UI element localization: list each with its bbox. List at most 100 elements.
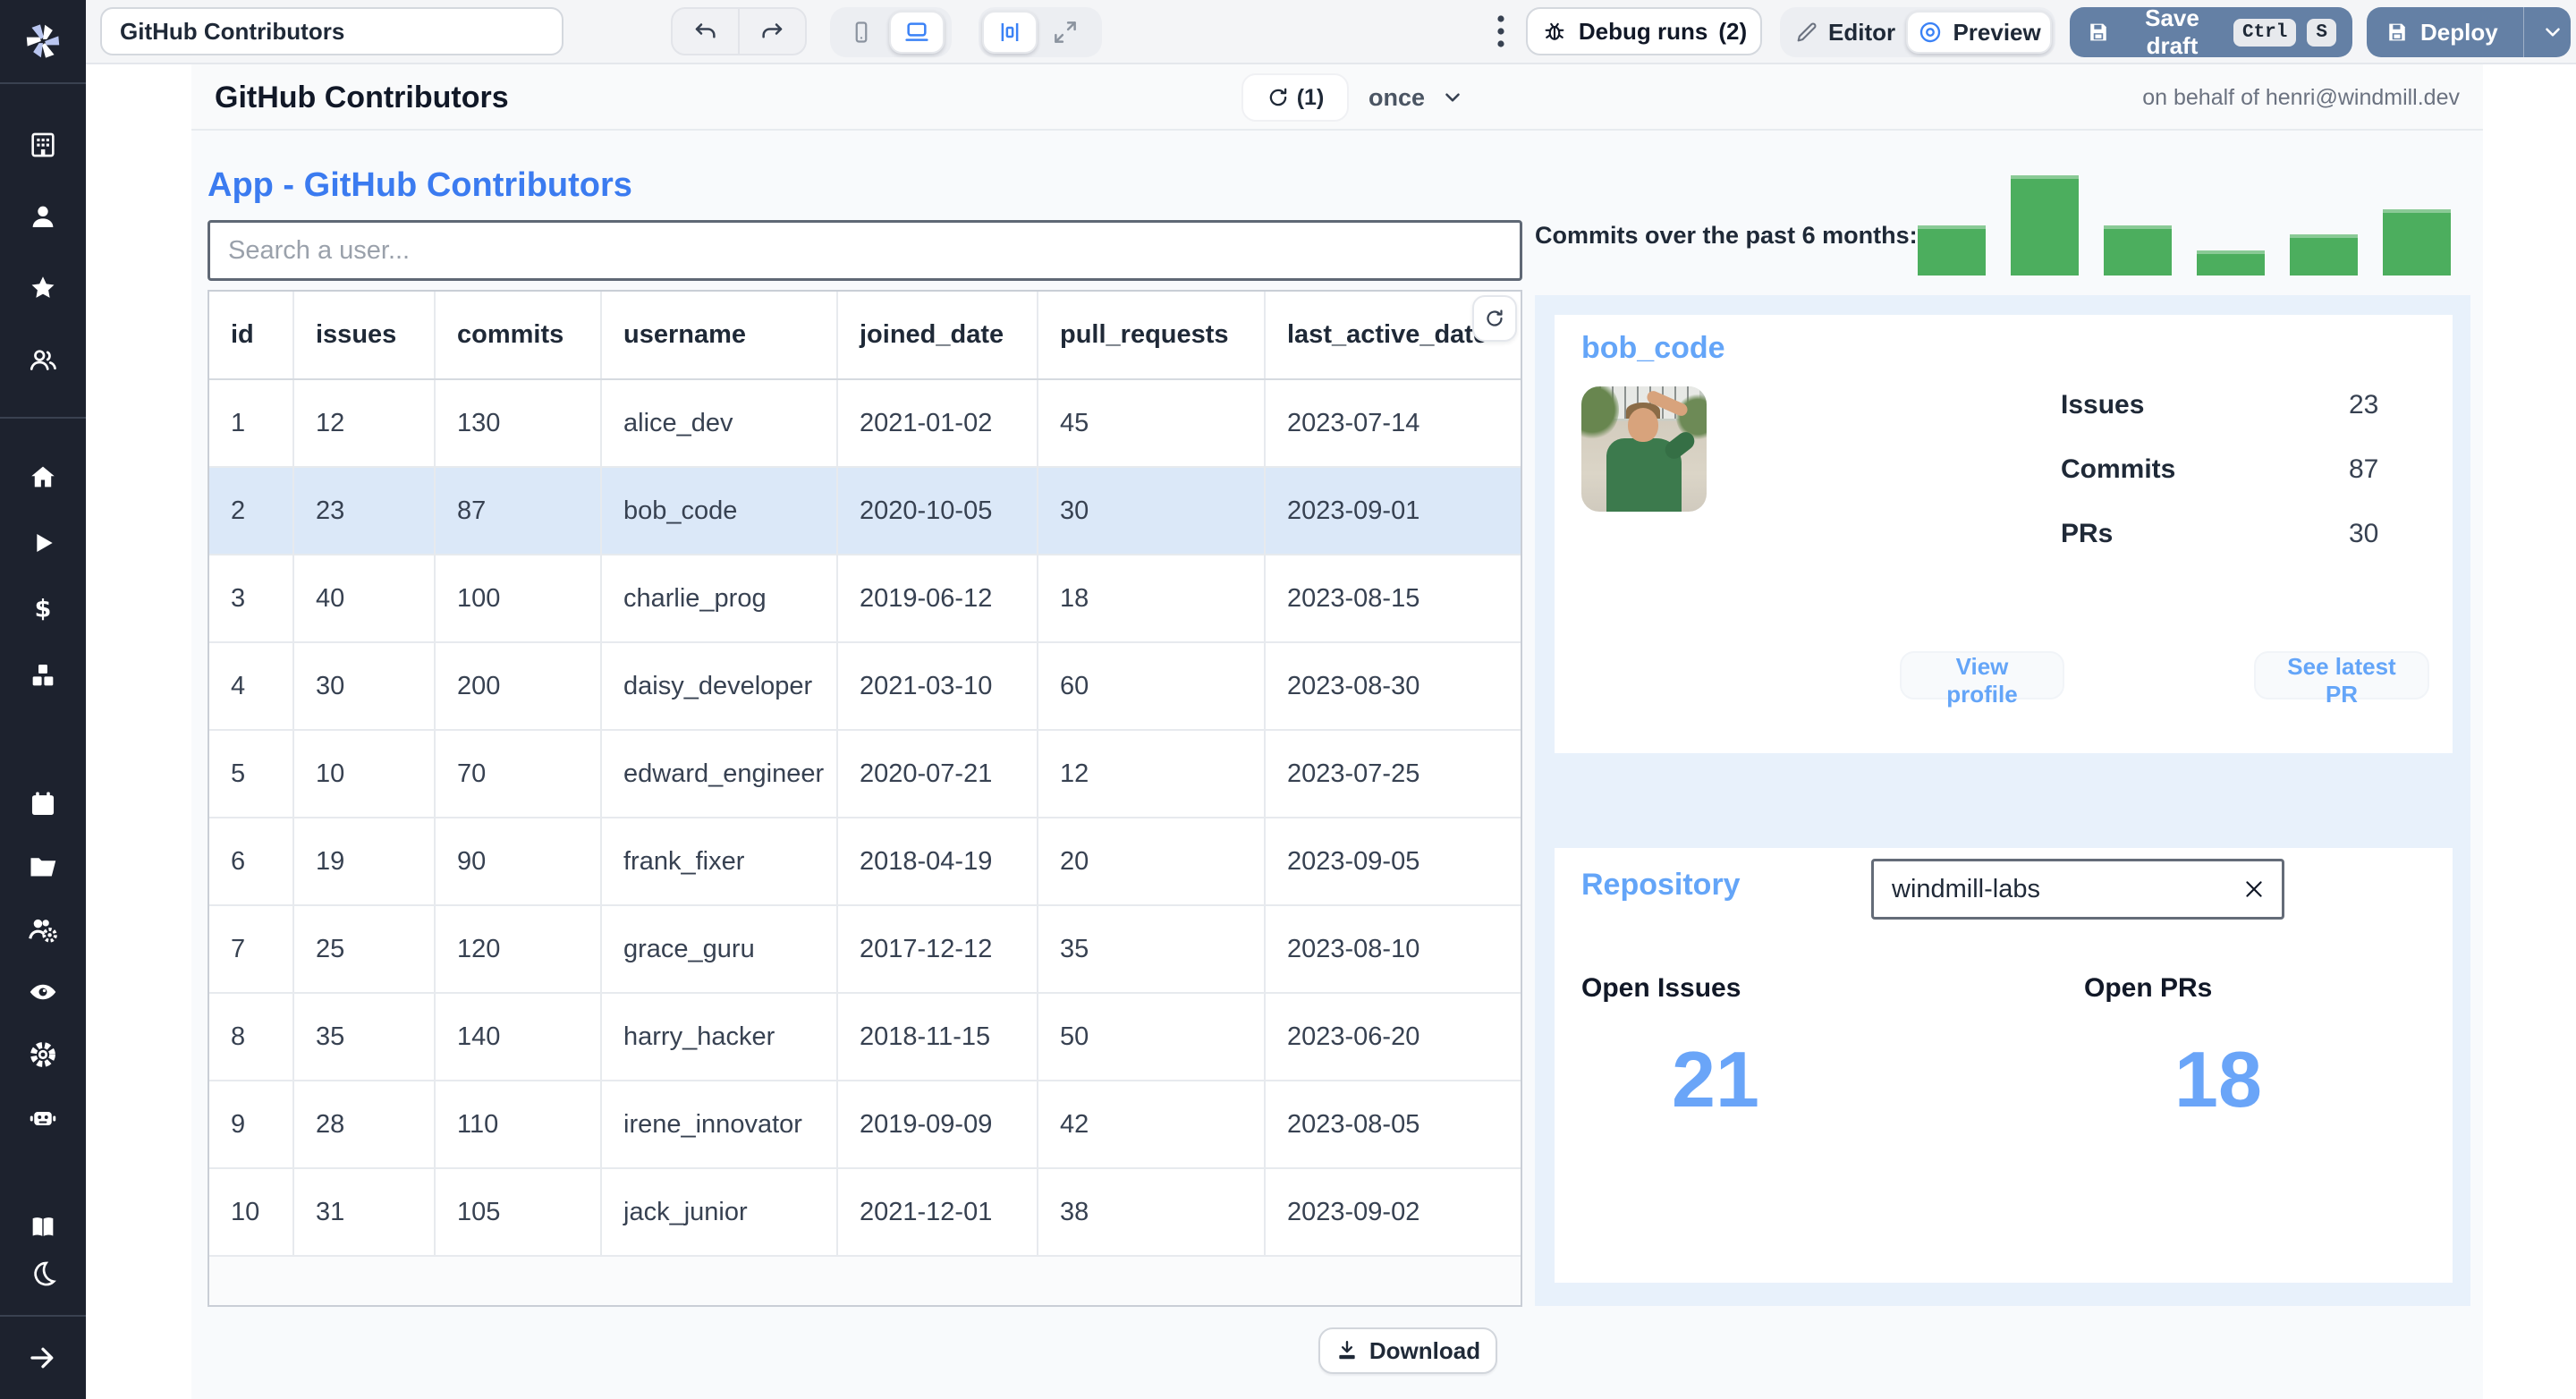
home-icon[interactable]: [0, 444, 86, 510]
repository-card: Repository Open Issues Open PRs 21 18: [1555, 848, 2453, 1283]
kbd-ctrl: Ctrl: [2233, 18, 2297, 47]
tab-editor[interactable]: Editor: [1784, 11, 1906, 54]
commit-bar: [2197, 250, 2265, 276]
table-footer: [209, 1257, 1521, 1305]
folders-icon[interactable]: [0, 835, 86, 898]
debug-runs-label: Debug runs: [1578, 17, 1708, 45]
redo-button[interactable]: [740, 9, 805, 54]
clear-input-x-icon[interactable]: [2236, 871, 2272, 907]
audit-eye-icon[interactable]: [0, 961, 86, 1023]
contributors-table-body: 1 12 130 alice_dev 2021-01-02 45 2023-07-14 2 23…: [209, 379, 1521, 1257]
app-heading: App - GitHub Contributors: [208, 166, 632, 204]
windmill-logo-icon[interactable]: [0, 0, 86, 82]
col-id: id: [209, 292, 294, 380]
layout-toggle-group: [979, 7, 1102, 57]
stat-prs-value: 30: [2349, 519, 2379, 548]
open-prs-value: 18: [2174, 1035, 2262, 1123]
download-icon: [1335, 1339, 1359, 1362]
save-draft-button[interactable]: Save draft Ctrl S: [2070, 4, 2352, 59]
table-row[interactable]: 3 40 100 charlie_prog 2019-06-12 18 2023-08-15: [209, 555, 1521, 643]
users-gear-icon[interactable]: [0, 898, 86, 961]
settings-gear-icon[interactable]: [0, 1023, 86, 1086]
deploy-button[interactable]: Deploy: [2367, 7, 2571, 57]
repository-input[interactable]: [1871, 859, 2284, 920]
table-row[interactable]: 9 28 110 irene_innovator 2019-09-09 42 2023-08…: [209, 1081, 1521, 1169]
mobile-view-button[interactable]: [834, 11, 889, 54]
chevron-down-icon: [1441, 86, 1464, 109]
user-icon[interactable]: [0, 181, 86, 252]
expand-sidebar-arrow-icon[interactable]: [0, 1327, 86, 1388]
kbd-s: S: [2307, 18, 2336, 47]
commit-bar: [2104, 225, 2172, 276]
ai-robot-icon[interactable]: [0, 1086, 86, 1149]
user-card-title: bob_code: [1581, 331, 1725, 365]
center-layout-button[interactable]: [982, 11, 1038, 54]
stat-prs-label: PRs: [2061, 519, 2114, 548]
deploy-chevron-down-icon[interactable]: [2535, 21, 2571, 44]
on-behalf-text: on behalf of henri@windmill.dev: [2142, 85, 2460, 110]
commits-bar-chart: [1918, 175, 2454, 276]
table-row[interactable]: 4 30 200 daisy_developer 2021-03-10 60 2023-08…: [209, 642, 1521, 731]
app-canvas: GitHub Contributors (1) once on behalf o…: [191, 64, 2483, 1399]
schedule-dropdown[interactable]: once: [1368, 73, 1464, 122]
variables-dollar-icon[interactable]: $: [0, 576, 86, 642]
desktop-view-button[interactable]: [889, 11, 945, 54]
table-row[interactable]: 1 12 130 alice_dev 2021-01-02 45 2023-07-14: [209, 379, 1521, 468]
table-row[interactable]: 6 19 90 frank_fixer 2018-04-19 20 2023-09-05: [209, 818, 1521, 906]
pencil-icon: [1794, 20, 1819, 45]
table-row[interactable]: 7 25 120 grace_guru 2017-12-12 35 2023-08-10: [209, 905, 1521, 994]
editor-preview-toggle: Editor Preview: [1780, 7, 2055, 57]
debug-runs-count: (2): [1718, 17, 1748, 45]
floppy-save-icon: [2086, 20, 2111, 45]
star-icon[interactable]: [0, 252, 86, 324]
preview-eye-icon: [1917, 19, 1944, 46]
col-commits: commits: [435, 292, 602, 380]
open-prs-label: Open PRs: [2084, 973, 2213, 1003]
table-row[interactable]: 5 10 70 edward_engineer 2020-07-21 12 2023-07-…: [209, 730, 1521, 818]
table-row[interactable]: 10 31 105 jack_junior 2021-12-01 38 2023-09-02: [209, 1168, 1521, 1257]
dark-mode-moon-icon[interactable]: [0, 1251, 86, 1297]
user-card: bob_code Issues 23 Commits 87 PRs 30 Vie…: [1555, 315, 2453, 753]
col-pull-requests: pull_requests: [1038, 292, 1266, 380]
device-toggle-group: [830, 7, 952, 57]
open-issues-value: 21: [1672, 1035, 1759, 1123]
col-username: username: [601, 292, 838, 380]
search-input[interactable]: [208, 220, 1522, 281]
workspace-building-icon[interactable]: [0, 109, 86, 181]
repository-card-title: Repository: [1581, 868, 1741, 902]
undo-button[interactable]: [673, 9, 738, 54]
app-title-input[interactable]: [100, 7, 564, 55]
docs-book-icon[interactable]: [0, 1204, 86, 1251]
table-refresh-button[interactable]: [1472, 295, 1517, 342]
download-button[interactable]: Download: [1318, 1327, 1497, 1374]
fullscreen-button[interactable]: [1038, 11, 1093, 54]
col-issues: issues: [293, 292, 436, 380]
runs-play-icon[interactable]: [0, 510, 86, 576]
app-header-bar: GitHub Contributors (1) once on behalf o…: [191, 64, 2483, 131]
commits-chart-label: Commits over the past 6 months:: [1535, 222, 1918, 249]
stat-issues-label: Issues: [2061, 390, 2145, 420]
top-toolbar: Debug runs (2) Editor Preview Save draft…: [86, 0, 2576, 64]
user-avatar-image: [1581, 386, 1707, 512]
undo-redo-group: [671, 7, 807, 55]
stat-commits-label: Commits: [2061, 454, 2176, 484]
view-profile-button[interactable]: View profile: [1900, 651, 2064, 708]
right-panel: bob_code Issues 23 Commits 87 PRs 30 Vie…: [1535, 295, 2470, 1306]
users-icon[interactable]: [0, 324, 86, 395]
resources-cubes-icon[interactable]: [0, 642, 86, 708]
table-row[interactable]: 2 23 87 bob_code 2020-10-05 30 2023-09-01: [209, 467, 1521, 555]
open-issues-label: Open Issues: [1581, 973, 1741, 1003]
table-header-row: id issues commits username joined_date p…: [209, 292, 1521, 380]
sidebar-divider: [0, 1315, 86, 1317]
table-row[interactable]: 8 35 140 harry_hacker 2018-11-15 50 2023-06-20: [209, 993, 1521, 1081]
see-latest-pr-button[interactable]: See latest PR: [2254, 651, 2429, 708]
more-menu-button[interactable]: [1479, 7, 1522, 55]
app-refresh-button[interactable]: (1): [1241, 73, 1349, 122]
schedules-calendar-icon[interactable]: [0, 773, 86, 835]
debug-runs-button[interactable]: Debug runs (2): [1526, 7, 1762, 55]
divider: [2522, 7, 2525, 57]
stat-issues-value: 23: [2349, 390, 2379, 420]
sidebar-divider: [0, 82, 86, 84]
bug-icon: [1541, 18, 1568, 45]
tab-preview[interactable]: Preview: [1906, 11, 2052, 54]
